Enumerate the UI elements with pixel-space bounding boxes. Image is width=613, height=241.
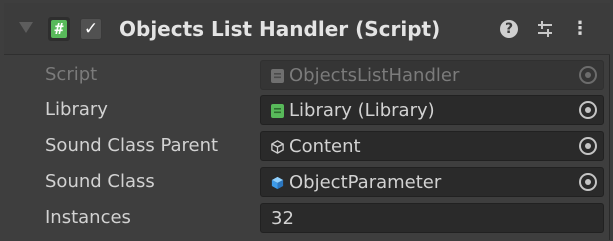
- help-icon[interactable]: ?: [498, 18, 520, 40]
- library-object-field[interactable]: Library (Library): [260, 95, 604, 125]
- script-object-field: ObjectsListHandler: [260, 60, 604, 90]
- component-inspector: # ✓ Objects List Handler (Script) ? ⋮ Sc…: [4, 3, 610, 240]
- prefab-icon: [271, 176, 284, 190]
- presets-icon[interactable]: [534, 18, 556, 40]
- sound-class-parent-object-field[interactable]: Content: [260, 131, 604, 161]
- instances-int-field[interactable]: 32: [260, 203, 604, 233]
- script-icon: [271, 69, 284, 83]
- instances-field-value: 32: [271, 208, 294, 229]
- field-row-sound-class-parent: Sound Class Parent Content: [4, 129, 610, 163]
- field-row-instances: Instances 32: [4, 201, 610, 235]
- foldout-arrow-icon[interactable]: [19, 22, 33, 33]
- sound-class-parent-field-value: Content: [289, 136, 361, 157]
- field-label-library: Library: [45, 99, 108, 120]
- field-row-library: Library Library (Library): [4, 93, 610, 127]
- script-icon: [271, 104, 284, 118]
- component-title: Objects List Handler (Script): [119, 17, 441, 41]
- inspector-frame: # ✓ Objects List Handler (Script) ? ⋮ Sc…: [0, 0, 613, 241]
- library-field-value: Library (Library): [289, 100, 435, 121]
- script-icon: #: [48, 17, 70, 41]
- object-picker-icon[interactable]: [579, 173, 597, 191]
- object-picker-icon: [579, 66, 597, 84]
- object-picker-icon[interactable]: [579, 137, 597, 155]
- context-menu-icon[interactable]: ⋮: [569, 18, 591, 40]
- gameobject-icon: [271, 140, 284, 154]
- field-row-script: Script ObjectsListHandler: [4, 58, 610, 92]
- field-label-sound-class: Sound Class: [45, 171, 155, 192]
- object-picker-icon[interactable]: [579, 101, 597, 119]
- component-header[interactable]: # ✓ Objects List Handler (Script) ? ⋮: [4, 3, 610, 55]
- sound-class-object-field[interactable]: ObjectParameter: [260, 167, 604, 197]
- field-label-instances: Instances: [45, 207, 131, 228]
- sound-class-field-value: ObjectParameter: [289, 172, 442, 193]
- script-field-value: ObjectsListHandler: [289, 65, 460, 86]
- field-row-sound-class: Sound Class ObjectParameter: [4, 165, 610, 199]
- field-label-script: Script: [45, 64, 98, 85]
- enabled-checkbox[interactable]: ✓: [80, 18, 102, 40]
- field-label-sound-class-parent: Sound Class Parent: [45, 135, 219, 156]
